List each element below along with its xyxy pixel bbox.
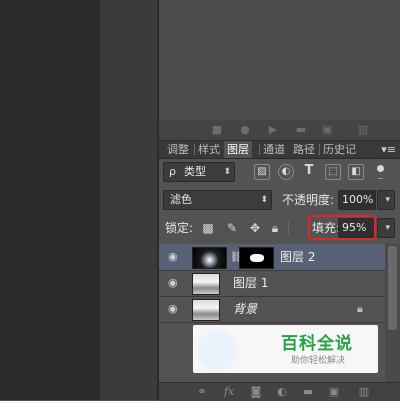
layer-row-layer-2[interactable]: ◉ ⛓ 图层 2	[159, 244, 385, 271]
watermark-circle	[197, 331, 237, 371]
search-icon: ρ	[169, 165, 176, 178]
tab-history[interactable]: 历史记	[320, 141, 359, 158]
watermark-title: 百科全说	[281, 334, 353, 354]
layer-row-layer-1[interactable]: ◉ 图层 1	[159, 270, 385, 297]
layer-thumbnail	[192, 273, 220, 295]
group-icon[interactable]: ▬	[301, 386, 315, 398]
chevron-down-icon: ▾	[385, 195, 390, 205]
layer-name: 背景	[233, 302, 258, 316]
smart-object-filter-icon[interactable]: ◧	[348, 164, 364, 180]
filter-toggle-base	[378, 178, 383, 179]
adjustment-icon[interactable]: ◐	[275, 386, 289, 398]
lock-icon: 🔒︎	[357, 302, 363, 315]
adjustment-filter-icon[interactable]: ◐	[278, 164, 294, 180]
fx-icon[interactable]: fx	[221, 386, 237, 398]
upper-panel-area	[159, 0, 400, 120]
tab-styles[interactable]: 样式	[195, 141, 223, 158]
lock-transparent-icon[interactable]: ▩	[201, 221, 215, 235]
panel-tabs: 调整 样式 图层 通道 路径 历史记 ▾≡	[159, 141, 400, 159]
layer-row-background[interactable]: ◉ 背景 🔒︎	[159, 296, 385, 323]
chevron-down-icon: ▾	[385, 223, 390, 233]
record-icon[interactable]: ●	[239, 124, 251, 136]
tab-layers[interactable]: 图层	[224, 141, 252, 158]
opacity-label: 不透明度:	[282, 193, 335, 207]
fill-dropdown-button[interactable]: ▾	[377, 218, 395, 238]
new-set-icon[interactable]: ▣	[321, 124, 333, 136]
folder-icon[interactable]: ▬	[295, 124, 307, 136]
layer-mask-thumbnail[interactable]	[239, 247, 274, 269]
lock-brush-icon[interactable]: ✎	[225, 221, 239, 235]
tab-paths[interactable]: 路径	[290, 141, 318, 158]
canvas-gutter	[100, 0, 158, 400]
pixel-filter-icon[interactable]: ▨	[254, 164, 270, 180]
opacity-dropdown-button[interactable]: ▾	[377, 190, 395, 210]
opacity-value: 100%	[342, 193, 374, 206]
separator	[288, 222, 289, 234]
watermark-logo: 百科全说 助你轻松解决	[193, 325, 378, 373]
trash-icon[interactable]: ▥	[357, 124, 369, 136]
scrollbar-thumb[interactable]	[388, 246, 397, 330]
new-layer-icon[interactable]: ▣	[327, 386, 341, 398]
visibility-eye-icon[interactable]: ◉	[168, 303, 180, 315]
stop-icon[interactable]: ■	[211, 124, 223, 136]
updown-arrow-icon: ⬍	[260, 195, 268, 205]
layer-filter-kind-select[interactable]: ρ 类型 ⬍	[163, 162, 235, 182]
updown-arrow-icon: ⬍	[223, 167, 231, 177]
canvas-area	[0, 0, 100, 400]
lock-position-icon[interactable]: ✥	[248, 221, 262, 235]
filter-kind-label: 类型	[184, 165, 206, 178]
mask-icon[interactable]: ◙	[249, 386, 263, 398]
layer-name: 图层 2	[280, 250, 316, 264]
layer-thumbnail	[192, 247, 227, 269]
type-filter-icon[interactable]: T	[302, 164, 316, 178]
panel-menu-button[interactable]: ▾≡	[381, 141, 396, 158]
visibility-eye-icon[interactable]: ◉	[168, 251, 180, 263]
lock-label: 锁定:	[165, 221, 194, 235]
visibility-eye-icon[interactable]: ◉	[168, 277, 180, 289]
link-icon[interactable]: ⚭	[195, 386, 209, 398]
play-icon[interactable]: ▶	[267, 124, 279, 136]
watermark-subtitle: 助你轻松解决	[291, 356, 346, 366]
blend-mode-value: 滤色	[170, 193, 192, 206]
lock-all-icon[interactable]: 🔒︎	[268, 221, 282, 235]
layers-bottom-toolbar: ⚭ fx ◙ ◐ ▬ ▣ ▥	[159, 382, 400, 401]
layer-thumbnail	[192, 299, 220, 321]
tab-channels[interactable]: 通道	[260, 141, 288, 158]
opacity-input[interactable]: 100%	[338, 190, 376, 210]
trash-icon[interactable]: ▥	[357, 386, 371, 398]
blend-mode-select[interactable]: 滤色 ⬍	[163, 190, 272, 210]
tab-adjustments[interactable]: 调整	[164, 141, 192, 158]
fill-highlight-box	[308, 215, 376, 240]
layer-name: 图层 1	[233, 276, 269, 290]
shape-filter-icon[interactable]: ⬚	[325, 164, 341, 180]
filter-toggle-icon[interactable]	[377, 165, 384, 172]
mask-shape	[250, 254, 264, 262]
history-toolbar: ■ ● ▶ ▬ ▣ ▥	[159, 120, 400, 141]
